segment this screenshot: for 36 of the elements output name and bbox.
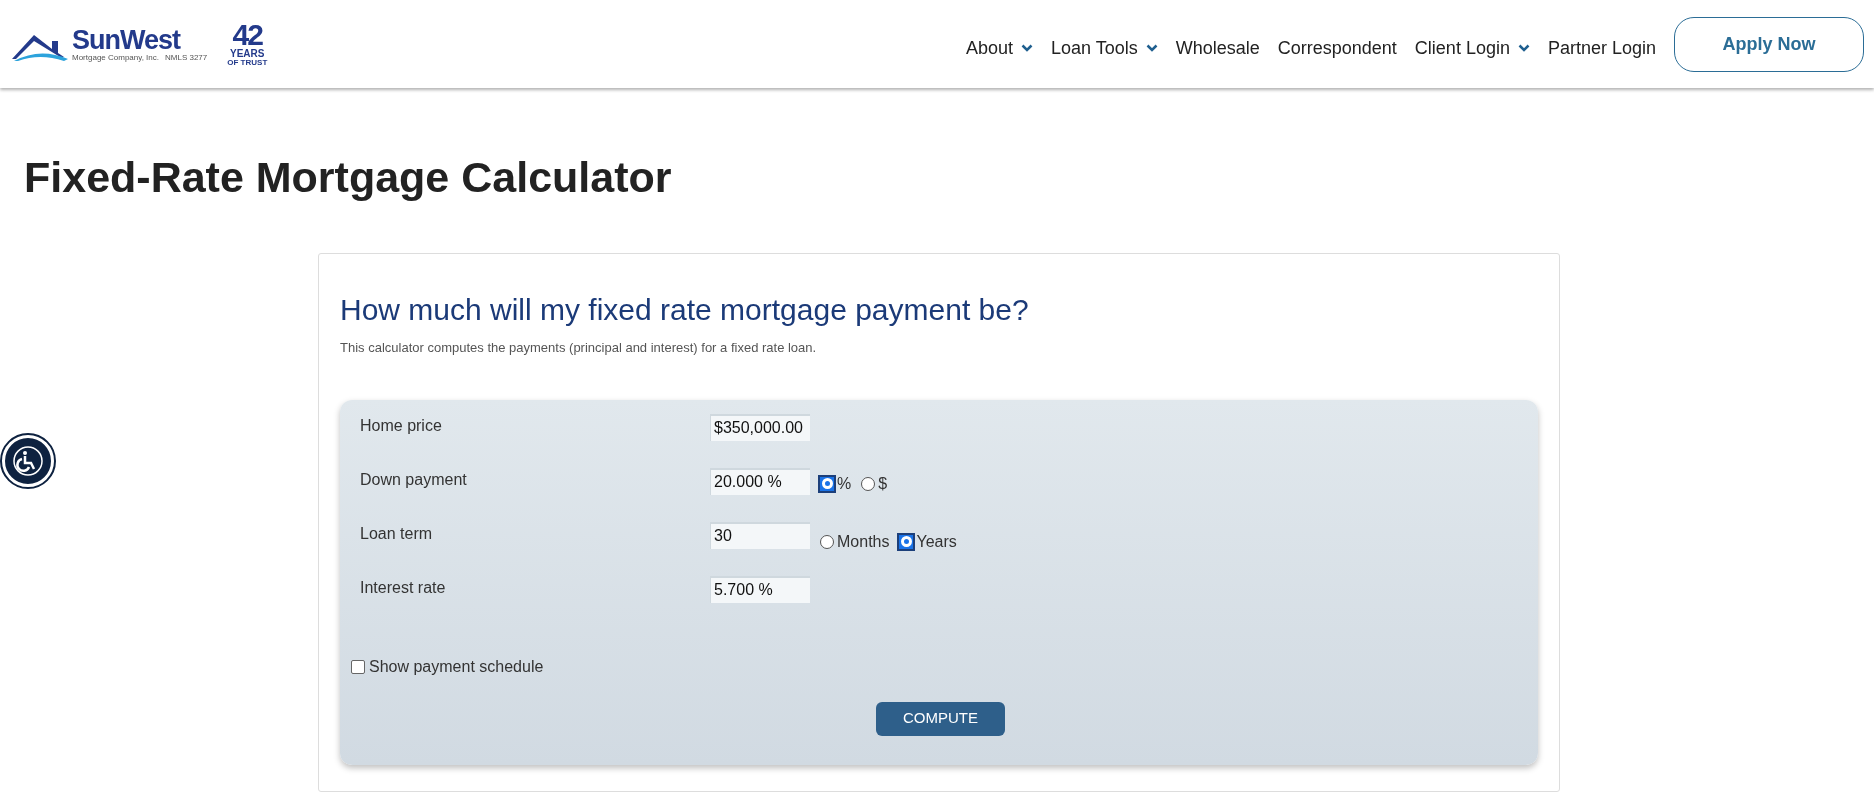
input-field[interactable]: 5.700 %: [710, 575, 810, 603]
anniversary-number: 42: [232, 21, 262, 49]
logo-name: SunWest: [72, 26, 182, 53]
nav-link[interactable]: Client Login: [1414, 34, 1530, 62]
field-label: Down payment: [360, 469, 468, 490]
nav-link[interactable]: Wholesale: [1175, 34, 1260, 62]
calculator-heading: How much will my fixed rate mortgage payment be?: [340, 292, 1030, 328]
logo-tagline: Mortgage Company, Inc.: [72, 52, 159, 62]
nav-link[interactable]: Partner Login: [1547, 34, 1656, 62]
option-label: $: [878, 473, 888, 494]
option-label: Years: [916, 531, 957, 552]
anniversary-subtitle: OF TRUST: [227, 59, 268, 67]
accessibility-icon[interactable]: [2, 435, 54, 487]
option-label: %: [837, 473, 852, 494]
checkbox-label: Show payment schedule: [369, 656, 544, 677]
page-title: Fixed-Rate Mortgage Calculator: [24, 152, 673, 202]
radio-button[interactable]: [820, 534, 834, 549]
radio-button[interactable]: [818, 474, 836, 493]
nav-link[interactable]: About: [965, 34, 1033, 62]
anniversary-label: YEARS: [230, 49, 265, 59]
nav-link[interactable]: Correspondent: [1277, 34, 1397, 62]
input-field[interactable]: 20.000 %: [710, 467, 810, 495]
compute-button[interactable]: COMPUTE: [876, 701, 1005, 736]
nav-link[interactable]: Loan Tools: [1051, 34, 1158, 62]
option-label: Months: [837, 531, 890, 552]
field-label: Home price: [360, 415, 443, 436]
logo-nmls: NMLS 3277: [165, 52, 208, 62]
input-field[interactable]: 30: [710, 521, 810, 549]
calculator-description: This calculator computes the payments (principal and interest) for a fixed rate loan.: [340, 339, 818, 357]
radio-button[interactable]: [861, 476, 876, 491]
field-label: Interest rate: [360, 577, 447, 598]
field-label: Loan term: [360, 523, 434, 544]
radio-button[interactable]: [897, 532, 916, 551]
checkbox[interactable]: [351, 659, 365, 674]
apply-now-button[interactable]: Apply Now: [1674, 16, 1864, 72]
input-field[interactable]: $350,000.00: [710, 413, 810, 441]
